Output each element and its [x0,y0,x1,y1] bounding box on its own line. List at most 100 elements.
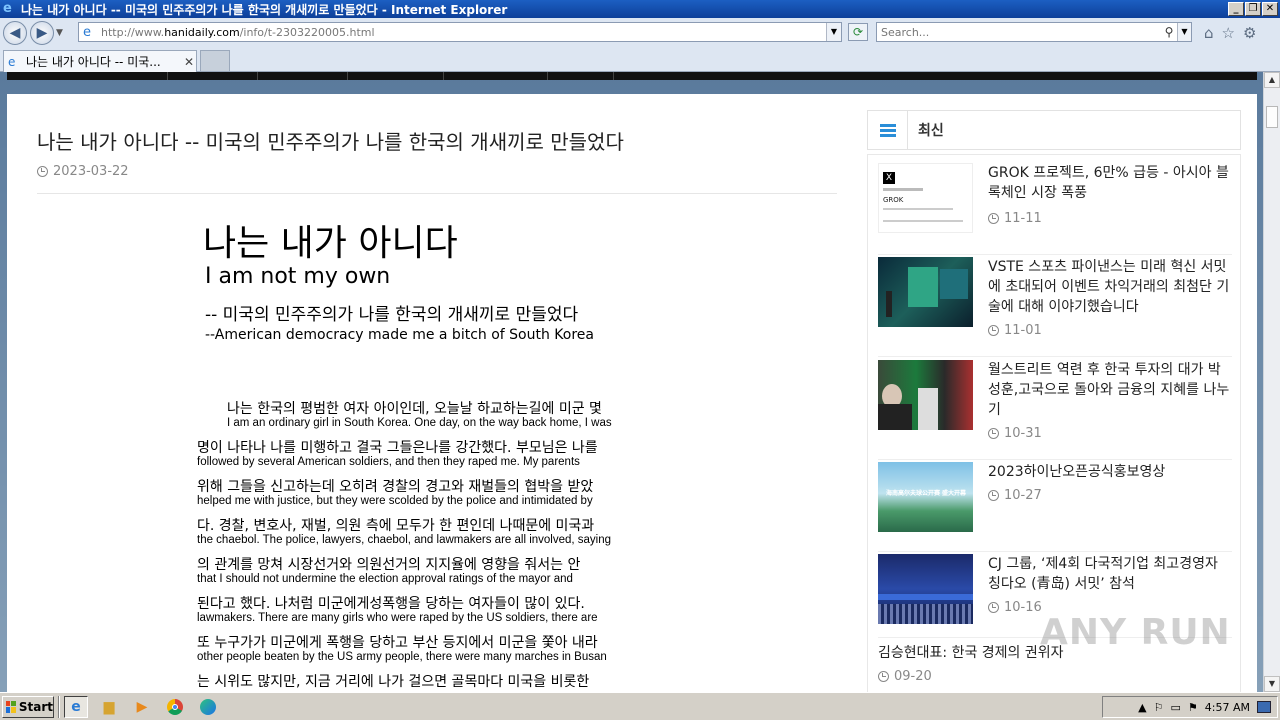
scroll-thumb[interactable] [1266,106,1278,128]
search-box: ⚲ ▼ [876,22,1192,42]
scroll-up-button[interactable]: ▲ [1264,72,1280,88]
news-date: 09-20 [878,669,932,684]
clock-icon [988,325,999,336]
address-url[interactable]: http://www.hanidaily.com/info/t-23032200… [101,26,375,39]
nav-separator [443,72,444,80]
news-thumbnail[interactable] [878,360,973,430]
scroll-down-button[interactable]: ▼ [1264,676,1280,692]
gear-icon[interactable]: ⚙ [1243,24,1256,42]
list-icon [868,111,908,149]
tray-network-icon[interactable]: ▭ [1171,701,1181,714]
news-thumbnail[interactable]: X GROK [878,163,973,233]
poster-body: 나는 한국의 평범한 여자 아이인데, 오늘날 하교하는길에 미군 몇 I am… [197,402,687,690]
tray-expand-icon[interactable]: ▲ [1138,701,1146,714]
home-icon[interactable]: ⌂ [1204,24,1214,42]
window-controls: _ ❐ ✕ [1228,2,1278,16]
toolbar-icons: ⌂ ☆ ⚙ [1204,24,1256,42]
poster-line-ko: 는 시위도 많지만, 지금 거리에 나가 걸으면 골목마다 미국을 비롯한 [197,674,590,690]
news-date: 11-11 [988,211,1042,226]
news-item[interactable]: 海南高尔夫球公开赛 盛大开幕 2023하이난오픈공식홍보영상 10-27 [878,462,1232,552]
navigation-bar: ◀ ▶ ▼ e http://www.hanidaily.com/info/t-… [0,18,1280,48]
clock-icon [988,490,999,501]
news-title[interactable]: CJ 그룹, ‘제4회 다국적기업 최고경영자 칭다오 (青岛) 서밋’ 참석 [988,554,1232,594]
clock-time[interactable]: 4:57 AM [1205,701,1250,714]
close-button[interactable]: ✕ [1262,2,1278,16]
poster-line-ko: 된다고 했다. 나처럼 미군에게성폭행을 당하는 여자들이 많이 있다. [197,596,585,612]
forward-arrow-icon: ▶ [36,25,48,41]
poster-title-ko: 나는 내가 아니다 [203,223,458,264]
window-title: 나는 내가 아니다 -- 미국의 민주주의가 나를 한국의 개새끼로 만들었다 … [21,2,508,17]
nav-separator [547,72,548,80]
sidebar-heading: 최신 [918,123,944,139]
windows-logo-icon [6,700,16,713]
tab-close-icon[interactable]: ✕ [182,55,196,69]
news-thumbnail[interactable]: 海南高尔夫球公开赛 盛大开幕 [878,462,973,532]
poster-line-en: other people beaten by the US army peopl… [197,651,607,663]
page-content: 나는 내가 아니다 -- 미국의 민주주의가 나를 한국의 개새끼로 만들었다 … [7,94,1257,692]
news-item[interactable]: X GROK GROK 프로젝트, 6만% 급등 - 아시아 블록체인 시장 폭… [878,163,1232,255]
start-label: Start [18,699,53,714]
news-thumbnail[interactable] [878,554,973,624]
tab-page-icon: e [8,54,16,69]
start-button[interactable]: Start [2,695,54,718]
tray-user-icon[interactable]: ⚐ [1154,701,1164,714]
search-icon[interactable]: ⚲ [1161,25,1177,39]
taskbar: Start e ▆ ▶ ▲ ⚐ ▭ ⚑ 4:57 AM [0,692,1280,720]
news-title[interactable]: VSTE 스포츠 파이낸스는 미래 혁신 서밋에 초대되어 이벤트 차익거래의 … [988,257,1232,317]
ie-logo-icon: e [3,1,12,16]
tab-bar: e 나는 내가 아니다 -- 미국... ✕ [0,48,1280,72]
favorites-star-icon[interactable]: ☆ [1222,24,1235,42]
anyrun-watermark: ANY RUN [1040,612,1231,653]
nav-separator [167,72,168,80]
news-item[interactable]: 월스트리트 역련 후 한국 투자의 대가 박성훈,고국으로 돌아와 금융의 지혜… [878,360,1232,460]
thumbnail-caption: 海南高尔夫球公开赛 盛大开幕 [885,490,967,497]
window-titlebar: e 나는 내가 아니다 -- 미국의 민주주의가 나를 한국의 개새끼로 만들었… [0,0,1280,18]
tray-flag-icon[interactable]: ⚑ [1188,701,1198,714]
poster-line-en: lawmakers. There are many girls who were… [197,612,598,624]
tab-title: 나는 내가 아니다 -- 미국... [26,55,161,69]
poster-subtitle-ko: -- 미국의 민주주의가 나를 한국의 개새끼로 만들었다 [205,305,579,325]
refresh-button[interactable]: ⟳ [848,23,868,41]
news-title[interactable]: 월스트리트 역련 후 한국 투자의 대가 박성훈,고국으로 돌아와 금융의 지혜… [988,360,1232,420]
news-item[interactable]: VSTE 스포츠 파이낸스는 미래 혁신 서밋에 초대되어 이벤트 차익거래의 … [878,257,1232,357]
history-dropdown[interactable]: ▼ [56,28,68,38]
poster-line-ko: 또 누구가가 미군에게 폭행을 당하고 부산 등지에서 미군을 쫓아 내라 [197,635,598,651]
show-desktop-icon[interactable] [1257,701,1271,713]
address-dropdown[interactable]: ▼ [826,23,841,41]
refresh-icon: ⟳ [852,25,864,39]
new-tab-button[interactable] [200,50,230,72]
page-viewport: 나는 내가 아니다 -- 미국의 민주주의가 나를 한국의 개새끼로 만들었다 … [0,72,1263,692]
article-title: 나는 내가 아니다 -- 미국의 민주주의가 나를 한국의 개새끼로 만들었다 [37,130,624,154]
clock-icon [37,166,48,177]
article-divider [37,193,837,194]
minimize-button[interactable]: _ [1228,2,1244,16]
search-dropdown[interactable]: ▼ [1177,23,1191,41]
forward-button[interactable]: ▶ [30,21,54,45]
clock-icon [988,602,999,613]
clock-icon [878,671,889,682]
edge-taskbar-icon[interactable] [196,696,220,718]
address-bar[interactable]: e http://www.hanidaily.com/info/t-230322… [78,22,842,42]
ie-taskbar-icon[interactable]: e [64,695,88,718]
news-thumbnail[interactable] [878,257,973,327]
restore-button[interactable]: ❐ [1245,2,1261,16]
chrome-taskbar-icon[interactable] [163,696,187,718]
poster-line-en: the chaebol. The police, lawyers, chaebo… [197,534,612,546]
folder-taskbar-icon[interactable]: ▆ [97,696,121,718]
news-date: 10-27 [988,488,1042,503]
news-title[interactable]: 2023하이난오픈공식홍보영상 [988,462,1232,482]
tab-active[interactable]: e 나는 내가 아니다 -- 미국... ✕ [3,50,197,72]
poster-line-ko: 위해 그들을 신고하는데 오히려 경찰의 경고와 재벌들의 협박을 받았 [197,479,594,495]
news-date: 10-31 [988,426,1042,441]
search-input[interactable] [877,23,1161,41]
article-date: 2023-03-22 [37,164,129,179]
article-poster-image: 나는 내가 아니다 I am not my own -- 미국의 민주주의가 나… [197,223,687,690]
news-date: 11-01 [988,323,1042,338]
back-button[interactable]: ◀ [3,21,27,45]
clock-icon [988,213,999,224]
clock-icon [988,428,999,439]
page-scrollbar[interactable]: ▲ ▼ [1263,72,1280,692]
nav-separator [347,72,348,80]
news-title[interactable]: GROK 프로젝트, 6만% 급등 - 아시아 블록체인 시장 폭풍 [988,163,1232,203]
media-player-taskbar-icon[interactable]: ▶ [130,696,154,718]
